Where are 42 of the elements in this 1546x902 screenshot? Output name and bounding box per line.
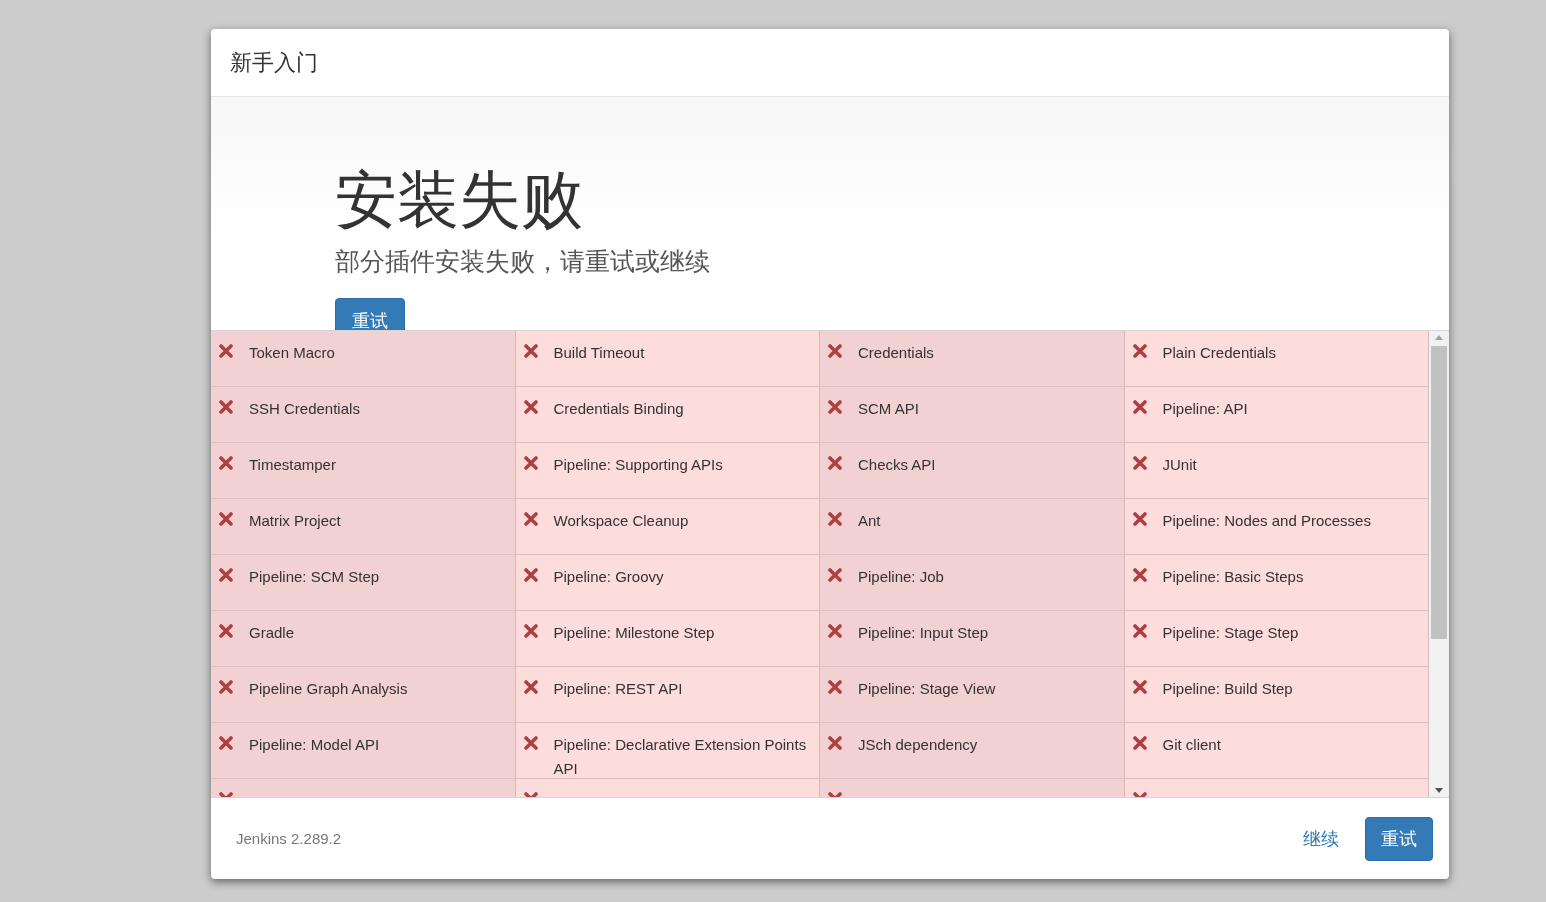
plugin-name: Pipeline: Stage View <box>858 679 996 699</box>
plugin-name: Pipeline: API <box>1162 399 1248 419</box>
heading: 安装失败 <box>335 169 583 231</box>
plugin-name: Gradle <box>249 623 295 643</box>
plugin-name: Pipeline: Model API <box>249 735 380 755</box>
plugin-name: Pipeline: Milestone Step <box>553 623 715 643</box>
plugin-name: Timestamper <box>249 455 336 475</box>
subtitle: 部分插件安装失败，请重试或继续 <box>335 246 710 277</box>
dialog-title: 新手入门 <box>230 48 318 77</box>
plugin-name: Token Macro <box>249 343 335 363</box>
plugin-name: Pipeline: Groovy <box>553 567 664 587</box>
scroll-up-icon[interactable] <box>1435 335 1443 340</box>
version-label: Jenkins 2.289.2 <box>236 830 343 847</box>
plugin-name: Plain Credentials <box>1162 343 1276 363</box>
plugin-name: Pipeline: Input Step <box>858 623 989 643</box>
plugin-name: Build Timeout <box>553 343 645 363</box>
continue-link[interactable]: 继续 <box>1303 826 1339 851</box>
plugin-name: Pipeline: Job <box>858 567 944 587</box>
plugin-name: Pipeline: Declarative Extension Points API <box>553 735 808 779</box>
plugin-name: Pipeline: Build Step <box>1162 679 1293 699</box>
plugin-name: Credentials Binding <box>553 399 684 419</box>
plugin-name: Pipeline: Basic Steps <box>1162 567 1304 587</box>
retry-button[interactable]: 重试 <box>335 298 405 330</box>
plugin-name: Checks API <box>858 455 936 475</box>
plugin-name: Pipeline: Stage Step <box>1162 623 1299 643</box>
plugin-name: Workspace Cleanup <box>553 511 689 531</box>
plugin-name: SSH Credentials <box>249 399 360 419</box>
plugin-name: Matrix Project <box>249 511 341 531</box>
plugin-name: Pipeline: SCM Step <box>249 567 380 587</box>
scroll-down-icon[interactable] <box>1435 788 1443 793</box>
plugin-name: JSch dependency <box>858 735 978 755</box>
plugin-name: Credentials <box>858 343 934 363</box>
plugin-name: Pipeline: REST API <box>553 679 683 699</box>
scrollbar[interactable] <box>1429 331 1449 797</box>
plugin-name: Ant <box>858 511 881 531</box>
plugin-name: Pipeline Graph Analysis <box>249 679 408 699</box>
plugin-name: Pipeline: Nodes and Processes <box>1162 511 1371 531</box>
retry-button[interactable]: 重试 <box>1365 816 1433 861</box>
plugin-name: JUnit <box>1162 455 1197 475</box>
plugin-name: SCM API <box>858 399 919 419</box>
plugin-name: Pipeline: Supporting APIs <box>553 455 723 475</box>
plugin-name: Git client <box>1162 735 1221 755</box>
